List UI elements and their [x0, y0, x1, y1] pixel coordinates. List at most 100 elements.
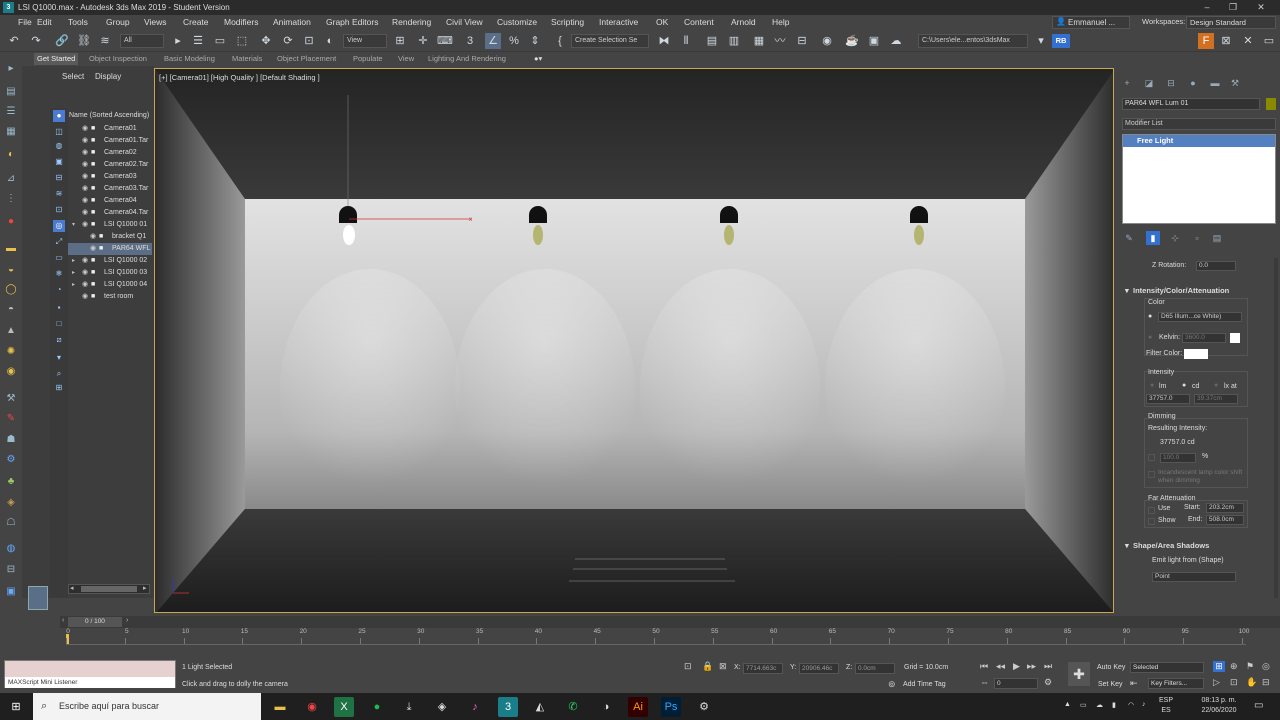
strip-tree-icon[interactable]: ♣ — [4, 475, 18, 489]
scroll-left-icon[interactable]: ◂ — [70, 584, 74, 592]
strip-list-icon[interactable]: ☰ — [4, 105, 18, 119]
visibility-eye-icon[interactable]: ◉ — [82, 279, 88, 291]
filter-containers-icon[interactable]: ▭ — [53, 252, 65, 264]
tray-wifi-icon[interactable]: ◠ — [1128, 701, 1134, 709]
isolate-selection-icon[interactable]: ⊡ — [684, 661, 692, 672]
configure-sets-icon[interactable]: ▤ — [1210, 231, 1224, 245]
current-frame-field[interactable]: 0 — [994, 678, 1038, 689]
user-account-dropdown[interactable]: 👤 Emmanuel ... — [1052, 16, 1130, 29]
tree-row[interactable]: ◉ ■ Camera02.Tar — [68, 159, 152, 171]
visibility-eye-icon[interactable]: ◉ — [82, 123, 88, 135]
percent-snap-icon[interactable]: % — [506, 33, 522, 49]
visibility-eye-icon[interactable]: ◉ — [90, 231, 96, 243]
dimming-checkbox[interactable] — [1148, 454, 1155, 461]
itunes-icon[interactable]: ♪ — [465, 697, 485, 717]
tray-chevron-icon[interactable]: ▲ — [1064, 701, 1071, 708]
object-color-swatch[interactable] — [1266, 98, 1276, 110]
visibility-eye-icon[interactable]: ◉ — [82, 171, 88, 183]
undo-icon[interactable]: ↶ — [6, 33, 22, 49]
tree-row[interactable]: ◉ ■ Camera04 — [68, 195, 152, 207]
strip-light-icon[interactable]: ◉ — [4, 365, 18, 379]
command-panel-scrollbar[interactable] — [1274, 258, 1278, 598]
filter-cameras-icon[interactable]: ▣ — [53, 156, 65, 168]
rendered-frame-window-icon[interactable]: ▣ — [866, 33, 882, 49]
selection-filter-dropdown[interactable]: All — [120, 34, 164, 48]
select-object-icon[interactable]: ▸ — [170, 33, 186, 49]
tree-row[interactable]: ▸ ◉ ■ LSI Q1000 02 — [68, 255, 152, 267]
workspace-dropdown[interactable]: Design Standard — [1186, 16, 1276, 29]
plugin-tools-icon[interactable]: ✕ — [1240, 33, 1256, 49]
modify-tab-icon[interactable]: ◪ — [1142, 76, 1156, 90]
set-key-button[interactable]: Set Key — [1098, 681, 1123, 688]
strip-camera-icon[interactable]: ◈ — [4, 496, 18, 510]
next-frame-icon[interactable]: ▸▸ — [1027, 661, 1036, 672]
chat-app-icon[interactable]: ◑ — [596, 697, 616, 717]
strip-layers-icon[interactable]: ▤ — [4, 85, 18, 99]
auto-key-button[interactable]: Auto Key — [1097, 664, 1125, 671]
tab-object-inspection[interactable]: Object Inspection — [89, 54, 147, 63]
time-prev-icon[interactable]: ‹ — [62, 617, 64, 624]
show-end-result-icon[interactable]: ▮ — [1146, 231, 1160, 245]
menu-animation[interactable]: Animation — [273, 17, 311, 27]
tray-onedrive-icon[interactable]: ☁ — [1096, 701, 1103, 709]
maxscript-mini-listener[interactable]: MAXScript Mini Listener — [4, 660, 176, 688]
keyboard-shortcut-icon[interactable]: ⌨ — [437, 33, 453, 49]
viewport-nav-maximize-icon[interactable]: ⊟ — [1262, 677, 1270, 688]
rb-plugin-button[interactable]: RB — [1052, 34, 1070, 48]
go-to-end-icon[interactable]: ⏭ — [1044, 661, 1052, 672]
visibility-eye-icon[interactable]: ◉ — [82, 207, 88, 219]
menu-ok[interactable]: OK — [656, 17, 668, 27]
windows-start-icon[interactable]: ⊞ — [6, 697, 26, 717]
kelvin-color-swatch[interactable] — [1230, 333, 1240, 343]
redo-icon[interactable]: ↷ — [28, 33, 44, 49]
lx-distance-spinner[interactable]: 39.37cm — [1194, 394, 1238, 404]
explorer-scrollbar[interactable]: ◂ ▸ — [68, 584, 150, 594]
tree-expander-icon[interactable]: ▸ — [72, 255, 75, 267]
tab-lighting-and-rendering[interactable]: Lighting And Rendering — [428, 54, 506, 63]
menu-tools[interactable]: Tools — [68, 17, 88, 27]
strip-wrench-icon[interactable]: ⚒ — [4, 392, 18, 406]
filter-invert-icon[interactable]: ⧄ — [53, 334, 65, 346]
visibility-eye-icon[interactable]: ◉ — [82, 255, 88, 267]
mirror-icon[interactable]: ⧓ — [656, 33, 672, 49]
make-unique-icon[interactable]: ⊹ — [1168, 231, 1182, 245]
tray-lang-top[interactable]: ESP — [1156, 697, 1176, 704]
modifier-list-dropdown[interactable]: Modifier List — [1122, 118, 1276, 130]
play-icon[interactable]: ▶ — [1013, 661, 1020, 672]
filter-xrefs-icon[interactable]: ◎ — [53, 220, 65, 232]
strip-sun-icon[interactable]: ✺ — [4, 345, 18, 359]
time-config-icon[interactable]: ⚙ — [1044, 677, 1052, 688]
funnel-icon[interactable]: ▾ — [53, 352, 65, 364]
x-coordinate-field[interactable]: 7714.663c — [743, 663, 783, 674]
menu-graph-editors[interactable]: Graph Editors — [326, 17, 378, 27]
show-checkbox[interactable] — [1148, 518, 1155, 525]
scale-icon[interactable]: ⊡ — [301, 33, 317, 49]
ribbon-options-icon[interactable]: ●▾ — [534, 54, 542, 63]
strip-box-icon[interactable]: ▬ — [4, 242, 18, 256]
viewport-nav-orbit-icon[interactable]: ⊡ — [1230, 677, 1238, 688]
tab-object-placement[interactable]: Object Placement — [277, 54, 336, 63]
menu-civil-view[interactable]: Civil View — [446, 17, 483, 27]
strip-viewport-icon[interactable]: ▣ — [4, 585, 18, 599]
scroll-right-icon[interactable]: ▸ — [143, 584, 147, 592]
render-setup-icon[interactable]: ☕ — [844, 33, 860, 49]
material-editor-icon[interactable]: ◉ — [819, 33, 835, 49]
menu-arnold[interactable]: Arnold — [731, 17, 756, 27]
link-icon[interactable]: 🔗 — [54, 33, 70, 49]
find-icon[interactable]: ⌕ — [53, 368, 65, 380]
download-icon[interactable]: ⤓ — [399, 697, 419, 717]
end-spinner[interactable]: 508.0cm — [1206, 515, 1244, 525]
snaps-toggle-icon[interactable]: 3 — [462, 33, 478, 49]
tree-row[interactable]: ◉ ■ Camera01 — [68, 123, 152, 135]
menu-rendering[interactable]: Rendering — [392, 17, 431, 27]
tree-row[interactable]: ◉ ■ Camera03.Tar — [68, 183, 152, 195]
select-by-name-icon[interactable]: ☰ — [190, 33, 206, 49]
tree-row[interactable]: ◉ ■ bracket Q1 — [68, 231, 152, 243]
plugin-scale-icon[interactable]: ⊠ — [1218, 33, 1234, 49]
object-name-field[interactable]: PAR64 WFL Lum 01 — [1122, 98, 1260, 110]
tray-battery-icon[interactable]: ▮ — [1112, 701, 1116, 709]
absolute-mode-icon[interactable]: ⊠ — [719, 661, 727, 672]
time-next-icon[interactable]: › — [126, 617, 128, 624]
stack-item-free-light[interactable]: Free Light — [1123, 135, 1275, 147]
move-icon[interactable]: ✥ — [258, 33, 274, 49]
